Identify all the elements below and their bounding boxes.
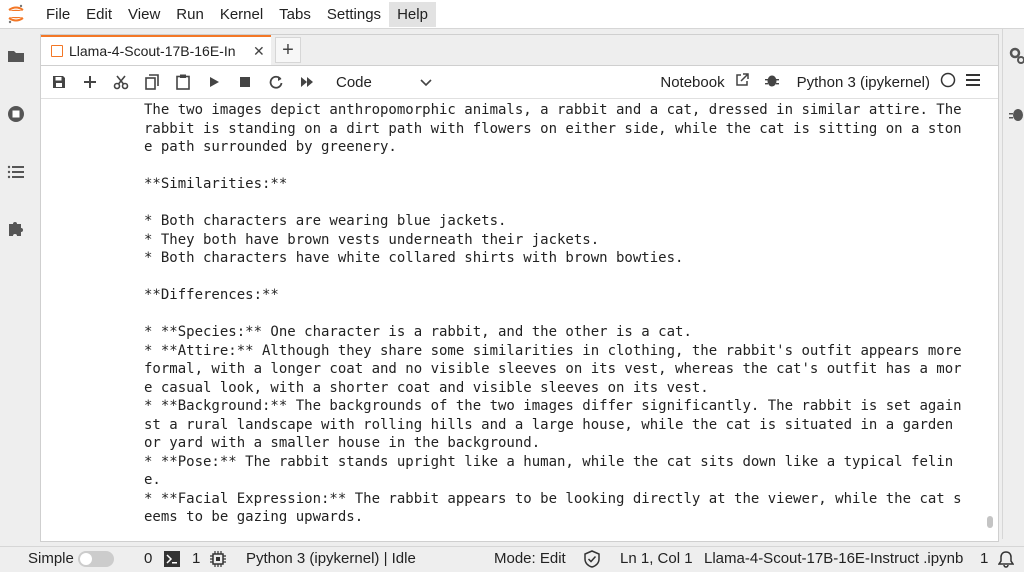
menu-run[interactable]: Run bbox=[168, 2, 212, 27]
notification-count[interactable]: 1 bbox=[980, 550, 988, 567]
menu-bar: File Edit View Run Kernel Tabs Settings … bbox=[0, 0, 1024, 29]
output-line: formal, with a longer coat and no visibl… bbox=[144, 361, 962, 377]
tab-label: Llama-4-Scout-17B-16E-In bbox=[69, 43, 236, 59]
kernels-count[interactable]: 1 bbox=[192, 550, 200, 567]
menu-settings[interactable]: Settings bbox=[319, 2, 389, 27]
output-line: st a rural landscape with rolling hills … bbox=[144, 416, 954, 433]
cursor-position[interactable]: Ln 1, Col 1 bbox=[620, 550, 693, 567]
notebook-toolbar: Code Notebook Python 3 (ipykernel) bbox=[41, 66, 998, 99]
output-line: * **Background:** The backgrounds of the… bbox=[144, 398, 962, 414]
notebook-panel: Llama-4-Scout-17B-16E-In ✕ + Code Notebo… bbox=[40, 34, 999, 542]
folder-icon[interactable] bbox=[7, 47, 25, 65]
output-line: rabbit is standing on a dirt path with f… bbox=[144, 120, 962, 137]
restart-kernel-icon[interactable] bbox=[260, 68, 291, 96]
tab-bar: Llama-4-Scout-17B-16E-In ✕ + bbox=[41, 35, 998, 66]
cell-type-select[interactable]: Code bbox=[336, 70, 432, 94]
output-line: * They both have brown vests underneath … bbox=[144, 231, 600, 248]
output-line: e path surrounded by greenery. bbox=[144, 139, 397, 155]
output-line: e. bbox=[144, 472, 161, 488]
file-name: Llama-4-Scout-17B-16E-Instruct .ipynb bbox=[704, 550, 964, 567]
run-cell-play-icon[interactable] bbox=[198, 68, 229, 96]
table-of-contents-icon[interactable] bbox=[7, 163, 25, 181]
right-sidebar bbox=[1002, 29, 1024, 539]
paste-clipboard-icon[interactable] bbox=[167, 68, 198, 96]
kernel-name-button[interactable]: Python 3 (ipykernel) bbox=[797, 74, 930, 91]
toolbar-right: Notebook Python 3 (ipykernel) bbox=[660, 66, 980, 98]
menu-view[interactable]: View bbox=[120, 2, 168, 27]
kernel-chip-icon[interactable] bbox=[210, 551, 226, 571]
save-icon[interactable] bbox=[43, 68, 74, 96]
debugger-toggle-bug-icon[interactable] bbox=[764, 72, 779, 93]
chevron-down-icon bbox=[420, 74, 432, 91]
kernel-status-idle-circle-icon bbox=[940, 72, 956, 93]
output-line: The two images depict anthropomorphic an… bbox=[144, 102, 962, 118]
output-line: eems to be gazing upwards. bbox=[144, 509, 364, 525]
running-kernels-icon[interactable] bbox=[7, 105, 25, 123]
open-in-notebook-button[interactable]: Notebook bbox=[660, 74, 724, 91]
interrupt-stop-icon[interactable] bbox=[229, 68, 260, 96]
notebook-tab[interactable]: Llama-4-Scout-17B-16E-In ✕ bbox=[41, 35, 271, 65]
edit-mode-indicator: Mode: Edit bbox=[494, 550, 566, 567]
output-line: * **Facial Expression:** The rabbit appe… bbox=[144, 490, 962, 507]
output-line: * **Attire:** Although they share some s… bbox=[144, 342, 962, 359]
external-link-icon[interactable] bbox=[735, 72, 749, 92]
output-line: or yard with a smaller house in the back… bbox=[144, 435, 541, 451]
property-inspector-gears-icon[interactable] bbox=[1009, 47, 1024, 70]
menu-kernel[interactable]: Kernel bbox=[212, 2, 271, 27]
output-line: **Similarities:** bbox=[144, 176, 288, 192]
output-line: * **Species:** One character is a rabbit… bbox=[144, 324, 692, 340]
menu-file[interactable]: File bbox=[38, 2, 78, 27]
menu-help[interactable]: Help bbox=[389, 1, 436, 27]
simple-mode-label: Simple bbox=[28, 550, 74, 567]
simple-mode-toggle[interactable] bbox=[78, 551, 114, 567]
menu-hamburger-icon[interactable] bbox=[966, 73, 980, 91]
left-sidebar bbox=[0, 29, 32, 539]
output-line: e casual look, with a shorter coat and v… bbox=[144, 379, 709, 396]
terminal-icon[interactable] bbox=[164, 551, 180, 571]
close-tab-icon[interactable]: ✕ bbox=[253, 43, 265, 60]
menu-edit[interactable]: Edit bbox=[78, 2, 120, 27]
terminals-count[interactable]: 0 bbox=[144, 550, 152, 567]
menu-tabs[interactable]: Tabs bbox=[271, 2, 319, 27]
kernel-status-text[interactable]: Python 3 (ipykernel) | Idle bbox=[246, 550, 416, 567]
insert-cell-plus-icon[interactable] bbox=[74, 68, 105, 96]
add-tab-button[interactable]: + bbox=[275, 37, 301, 63]
copy-icon[interactable] bbox=[136, 68, 167, 96]
scrollbar-thumb[interactable] bbox=[987, 516, 993, 528]
output-line: * Both characters are wearing blue jacke… bbox=[144, 213, 507, 229]
output-line: **Differences:** bbox=[144, 287, 279, 303]
extensions-puzzle-icon[interactable] bbox=[7, 219, 25, 237]
output-line: * Both characters have white collared sh… bbox=[144, 250, 684, 266]
cell-output-area: The two images depict anthropomorphic an… bbox=[41, 99, 998, 541]
trusted-shield-icon[interactable] bbox=[584, 550, 600, 572]
debugger-bug-icon[interactable] bbox=[1009, 105, 1024, 128]
status-bar: Simple 0 1 Python 3 (ipykernel) | Idle M… bbox=[0, 546, 1024, 571]
cell-type-value: Code bbox=[336, 73, 372, 91]
cut-scissors-icon[interactable] bbox=[105, 68, 136, 96]
restart-run-all-fast-forward-icon[interactable] bbox=[291, 68, 322, 96]
notebook-file-icon bbox=[51, 45, 63, 57]
jupyter-logo-icon bbox=[6, 3, 26, 25]
output-line: * **Pose:** The rabbit stands upright li… bbox=[144, 453, 954, 470]
toggle-knob bbox=[80, 553, 92, 565]
notification-bell-icon[interactable] bbox=[997, 550, 1015, 572]
